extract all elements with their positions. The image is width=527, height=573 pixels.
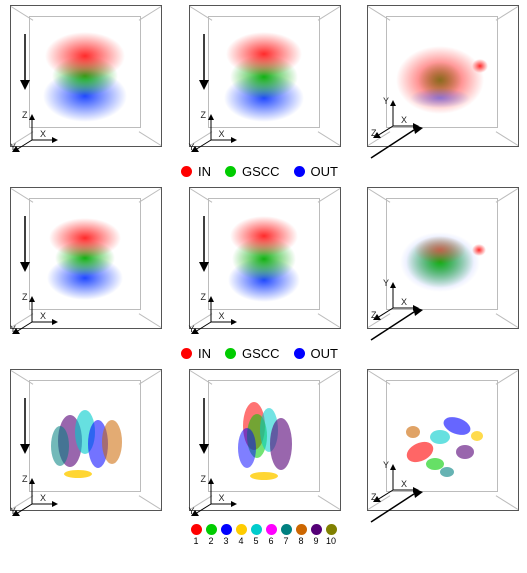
legend-num-2: 2 [208, 536, 213, 546]
legend-dot-6-icon [266, 524, 277, 535]
legend-dot-in-icon [181, 348, 192, 359]
panel-r1-c2: Z X Y [179, 0, 349, 160]
panel-row-3: Z X Y Z [0, 364, 527, 524]
legend-num-4: 4 [238, 536, 243, 546]
figure-root: Z X Y [0, 0, 527, 573]
panel-r2-c1: Z X Y [0, 182, 170, 342]
panel-r2-c3: Y X Z [357, 182, 527, 342]
legend-dot-8-icon [296, 524, 307, 535]
legend-dot-out-icon [294, 348, 305, 359]
legend-num-8: 8 [298, 536, 303, 546]
legend-num-9: 9 [313, 536, 318, 546]
legend-gscc-label: GSCC [242, 164, 280, 179]
panel-row-2: Z X Y Z X Y [0, 182, 527, 342]
legend-num-10: 10 [326, 536, 336, 546]
panel-r2-c2: Z X Y [179, 182, 349, 342]
legend-dot-in-icon [181, 166, 192, 177]
panel-r1-c3: Y X Z [357, 0, 527, 160]
panel-r3-c1: Z X Y [0, 364, 170, 524]
legend-row-2: IN GSCC OUT [0, 342, 527, 364]
legend-num-6: 6 [268, 536, 273, 546]
legend-in-label: IN [198, 164, 211, 179]
legend-num-5: 5 [253, 536, 258, 546]
legend-dot-gscc-icon [225, 166, 236, 177]
legend-row-3: 1 2 3 4 5 6 7 8 9 10 [0, 524, 527, 546]
panel-r3-c2: Z X Y [179, 364, 349, 524]
legend-dot-2-icon [206, 524, 217, 535]
legend-dot-5-icon [251, 524, 262, 535]
legend-dot-3-icon [221, 524, 232, 535]
panel-r1-c1: Z X Y [0, 0, 170, 160]
panel-r3-c3: Y X Z [357, 364, 527, 524]
legend-dot-4-icon [236, 524, 247, 535]
legend-row-1: IN GSCC OUT [0, 160, 527, 182]
legend-dot-7-icon [281, 524, 292, 535]
legend-num-1: 1 [193, 536, 198, 546]
legend-num-3: 3 [223, 536, 228, 546]
legend-dot-1-icon [191, 524, 202, 535]
legend-dot-gscc-icon [225, 348, 236, 359]
legend-out-label: OUT [311, 164, 338, 179]
panel-row-1: Z X Y [0, 0, 527, 160]
legend-num-7: 7 [283, 536, 288, 546]
legend-dot-10-icon [326, 524, 337, 535]
legend-dot-9-icon [311, 524, 322, 535]
legend-dot-out-icon [294, 166, 305, 177]
